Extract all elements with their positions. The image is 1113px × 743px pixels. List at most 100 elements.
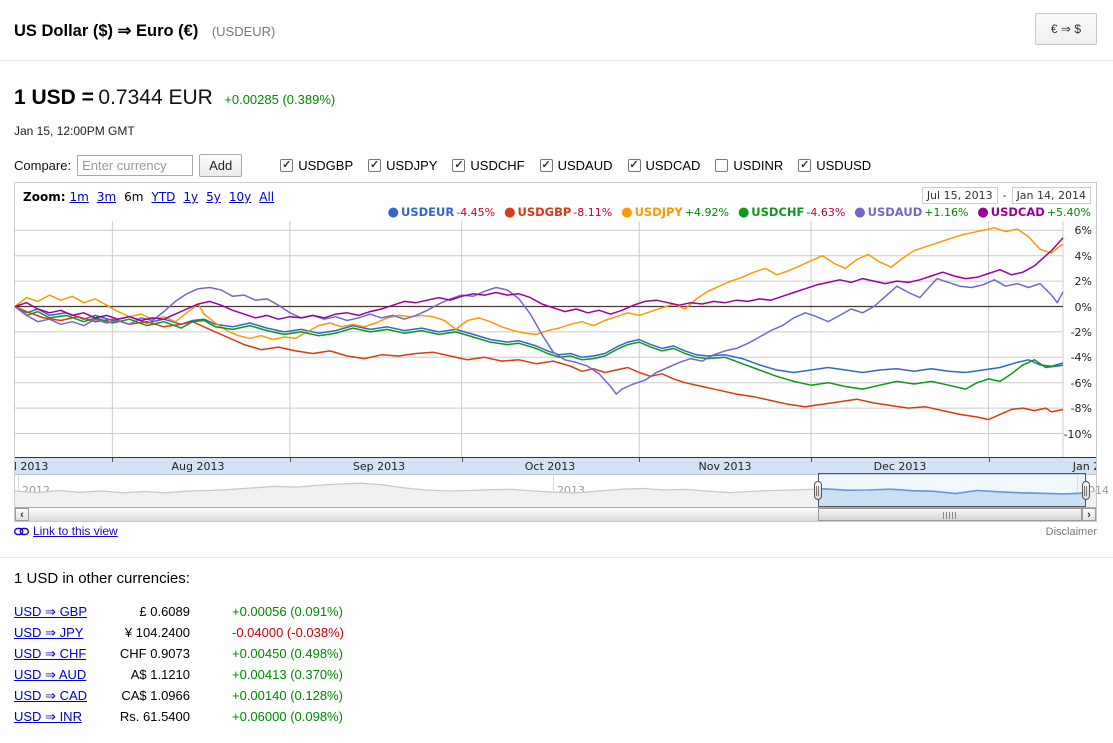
x-axis-tick xyxy=(811,458,812,462)
x-axis-tick xyxy=(290,458,291,462)
checkbox-label: USDAUD xyxy=(558,158,613,173)
date-range: Jul 15, 2013 - Jan 14, 2014 xyxy=(922,187,1091,204)
zoom-label: Zoom: xyxy=(23,190,66,204)
usdgbp-checkbox[interactable]: ✓ xyxy=(280,159,293,172)
range-selector[interactable]: 201220132014 xyxy=(15,475,1096,507)
pair-rate-value: CHF 0.9073 xyxy=(106,646,190,661)
chart-scrollbar[interactable]: ‹› xyxy=(15,507,1096,521)
legend-item-usdgbp: ●USDGBP-8.11% xyxy=(504,205,612,219)
page-title: US Dollar ($) ⇒ Euro (€) xyxy=(14,22,198,40)
link-to-view[interactable]: Link to this view xyxy=(14,524,118,538)
compare-option-usdchf[interactable]: ✓USDCHF xyxy=(452,158,524,173)
usdjpy-checkbox[interactable]: ✓ xyxy=(368,159,381,172)
zoom-option-1m[interactable]: 1m xyxy=(70,190,89,204)
y-tick-label: -6% xyxy=(1052,377,1092,390)
pair-rate-value: Rs. 61.5400 xyxy=(106,709,190,724)
x-axis-tick xyxy=(112,458,113,462)
pair-rate-value: A$ 1.1210 xyxy=(106,667,190,682)
thumb-grip xyxy=(943,512,957,519)
date-separator: - xyxy=(1003,189,1007,202)
month-label: Jan 2014 xyxy=(1067,460,1096,473)
month-label: Nov 2013 xyxy=(695,460,755,473)
scrollbar-thumb[interactable] xyxy=(818,508,1082,521)
scroll-left-button[interactable]: ‹ xyxy=(15,508,29,521)
compare-option-usdinr[interactable]: USDINR xyxy=(715,158,783,173)
zoom-controls: Zoom: 1m 3m 6m YTD 1y 5y 10y All xyxy=(23,190,282,204)
month-label: Dec 2013 xyxy=(870,460,930,473)
zoom-option-1y[interactable]: 1y xyxy=(183,190,198,204)
y-tick-label: -2% xyxy=(1052,326,1092,339)
legend-change-pct: +5.40% xyxy=(1047,206,1091,219)
y-tick-label: -8% xyxy=(1052,402,1092,415)
compare-option-usdgbp[interactable]: ✓USDGBP xyxy=(280,158,353,173)
scroll-right-button[interactable]: › xyxy=(1082,508,1096,521)
usdcad-checkbox[interactable]: ✓ xyxy=(628,159,641,172)
currency-input[interactable] xyxy=(77,155,193,176)
checkbox-label: USDUSD xyxy=(816,158,871,173)
usdchf-checkbox[interactable]: ✓ xyxy=(452,159,465,172)
swap-currencies-button[interactable]: € ⇒ $ xyxy=(1035,13,1097,45)
x-axis-tick xyxy=(462,458,463,462)
date-from-box[interactable]: Jul 15, 2013 xyxy=(922,187,998,204)
compare-checkbox-group: ✓USDGBP✓USDJPY✓USDCHF✓USDAUD✓USDCADUSDIN… xyxy=(280,158,886,173)
zoom-option-5y[interactable]: 5y xyxy=(206,190,221,204)
pair-link-gbp[interactable]: USD ⇒ GBP xyxy=(14,604,106,620)
legend-change-pct: +4.92% xyxy=(685,206,729,219)
compare-option-usdusd[interactable]: ✓ USDUSD xyxy=(798,158,871,173)
pair-link-inr[interactable]: USD ⇒ INR xyxy=(14,709,106,725)
pair-link-jpy[interactable]: USD ⇒ JPY xyxy=(14,625,106,641)
usdinr-checkbox[interactable] xyxy=(715,159,728,172)
compare-option-usdaud[interactable]: ✓ USDAUD xyxy=(540,158,613,173)
handle-grip xyxy=(816,486,820,496)
quote-timestamp: Jan 15, 12:00PM GMT xyxy=(14,124,135,138)
legend-series-name: USDJPY xyxy=(635,205,683,219)
chart-widget: 6%4%2%0%-2%-4%-6%-8%-10% Zoom:1m3m6mYTD1… xyxy=(14,182,1097,522)
legend-dot: ● xyxy=(504,206,515,219)
legend-change-pct: -4.45% xyxy=(456,206,495,219)
x-axis-tick xyxy=(639,458,640,462)
y-tick-label: 6% xyxy=(1052,224,1092,237)
other-currencies-title: 1 USD in other currencies: xyxy=(14,570,190,587)
table-row: USD ⇒ JPY¥ 104.2400-0.04000 (-0.038%) xyxy=(14,625,344,646)
compare-option-usdjpy[interactable]: ✓USDJPY xyxy=(368,158,437,173)
table-row: USD ⇒ CADCA$ 1.0966+0.00140 (0.128%) xyxy=(14,688,344,709)
quote-line: 1 USD = 0.7344 EUR +0.00285 (0.389%) xyxy=(14,86,335,110)
compare-option-usdcad[interactable]: ✓USDCAD xyxy=(628,158,701,173)
price-chart[interactable] xyxy=(15,183,1096,457)
y-tick-label: 4% xyxy=(1052,250,1092,263)
quote-change: +0.00285 (0.389%) xyxy=(224,92,335,107)
date-to-box[interactable]: Jan 14, 2014 xyxy=(1012,187,1091,204)
legend-dot: ● xyxy=(738,206,749,219)
legend-item-usdaud: ●USDAUD+1.16% xyxy=(854,205,968,219)
checkbox-label: USDINR xyxy=(733,158,783,173)
pair-link-chf[interactable]: USD ⇒ CHF xyxy=(14,646,106,662)
pair-link-cad[interactable]: USD ⇒ CAD xyxy=(14,688,106,704)
legend-dot: ● xyxy=(388,206,399,219)
month-label: Sep 2013 xyxy=(349,460,409,473)
disclaimer-link[interactable]: Disclaimer xyxy=(1046,526,1097,538)
legend-item-usdjpy: ●USDJPY+4.92% xyxy=(621,205,729,219)
month-label: Aug 2013 xyxy=(168,460,228,473)
table-row: USD ⇒ INRRs. 61.5400+0.06000 (0.098%) xyxy=(14,709,344,730)
usdaud-checkbox[interactable]: ✓ xyxy=(540,159,553,172)
legend-change-pct: -4.63% xyxy=(806,206,845,219)
right-range-handle[interactable] xyxy=(1082,481,1090,500)
y-tick-label: 2% xyxy=(1052,275,1092,288)
section-divider xyxy=(0,557,1113,558)
pair-change: +0.00140 (0.128%) xyxy=(232,688,344,703)
link-icon xyxy=(14,527,29,536)
left-range-handle[interactable] xyxy=(814,481,822,500)
zoom-option-6m[interactable]: 6m xyxy=(124,190,143,204)
pair-change: -0.04000 (-0.038%) xyxy=(232,625,344,640)
selection-window[interactable] xyxy=(818,473,1086,507)
zoom-option-10y[interactable]: 10y xyxy=(229,190,251,204)
add-currency-button[interactable]: Add xyxy=(199,154,242,177)
link-to-view-label[interactable]: Link to this view xyxy=(33,524,118,538)
pair-link-aud[interactable]: USD ⇒ AUD xyxy=(14,667,106,683)
zoom-option-3m[interactable]: 3m xyxy=(97,190,116,204)
zoom-option-all[interactable]: All xyxy=(259,190,274,204)
title-bar: US Dollar ($) ⇒ Euro (€) (USDEUR) € ⇒ $ xyxy=(0,0,1113,61)
zoom-option-ytd[interactable]: YTD xyxy=(151,190,175,204)
quote-lead: 1 USD = xyxy=(14,86,94,109)
usdusd-checkbox[interactable]: ✓ xyxy=(798,159,811,172)
